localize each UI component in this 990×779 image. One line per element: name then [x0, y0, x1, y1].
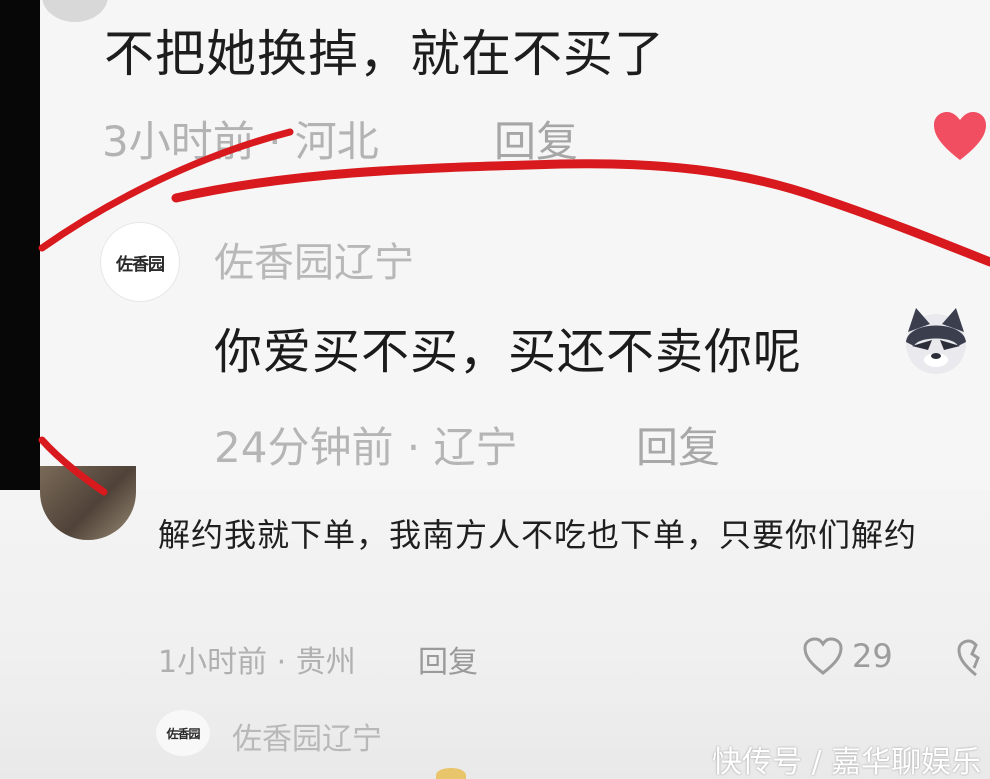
- username[interactable]: 佐香园辽宁: [214, 230, 414, 288]
- avatar-logo-text: 佐香园: [116, 254, 165, 275]
- broken-heart-icon[interactable]: [956, 638, 990, 678]
- comment-time-location: 24分钟前 · 辽宁: [214, 423, 518, 472]
- comment-text: 你爱买不买，买还不卖你呢: [214, 324, 803, 380]
- wolf-emoji: [906, 308, 966, 374]
- username[interactable]: 佐香园辽宁: [232, 714, 382, 758]
- heart-outline-icon: [803, 637, 843, 675]
- comment-time-location: 3小时前 · 河北: [102, 117, 379, 166]
- like-button[interactable]: 29: [802, 636, 893, 676]
- avatar[interactable]: [42, 0, 108, 22]
- like-count: 29: [852, 637, 893, 675]
- avatar-logo-text: 佐香园: [166, 726, 200, 741]
- emoji-peek: [436, 768, 466, 779]
- brand-avatar[interactable]: 佐香园: [156, 710, 210, 756]
- reply-button[interactable]: 回复: [494, 108, 578, 169]
- brand-avatar[interactable]: 佐香园: [100, 222, 180, 302]
- reply-button[interactable]: 回复: [418, 637, 478, 681]
- comment-time-location: 1小时前 · 贵州: [158, 645, 356, 680]
- reply-button[interactable]: 回复: [636, 414, 720, 475]
- comment-text: 解约我就下单，我南方人不吃也下单，只要你们解约: [158, 516, 918, 554]
- left-black-bar: [0, 0, 40, 490]
- comment-text: 不把她换掉，就在不买了: [104, 25, 665, 83]
- heart-filled-icon[interactable]: [932, 110, 988, 162]
- zoomed-comment-panel: 不把她换掉，就在不买了 3小时前 · 河北 回复 佐香园 佐香园辽宁 你爱买不买…: [0, 0, 990, 490]
- watermark: 快传号 / 嘉华聊娱乐: [712, 745, 982, 779]
